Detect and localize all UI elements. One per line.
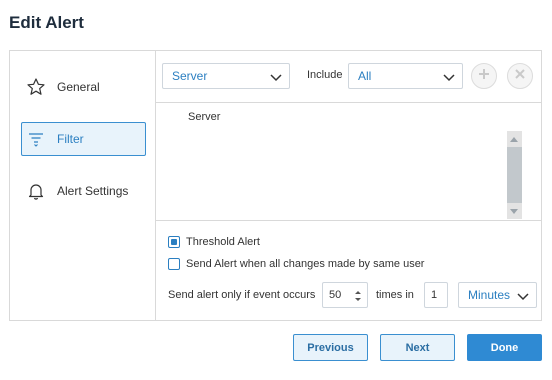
sidebar-item-label: General [57,80,100,94]
plus-icon [477,67,491,86]
frequency-row: Send alert only if event occurs 50 times… [168,282,538,308]
filter-list: Server [156,103,542,221]
add-filter-button[interactable] [471,63,497,89]
list-item[interactable]: Server [188,111,220,123]
previous-button[interactable]: Previous [293,334,368,361]
sidebar: General Filter Alert Settings [10,51,155,320]
filter-type-select[interactable]: Server [162,63,290,89]
event-count-stepper[interactable]: 50 [322,282,368,308]
threshold-alert-label: Threshold Alert [186,236,260,248]
time-period-input[interactable]: 1 [424,282,448,308]
chevron-down-icon [269,70,283,84]
sidebar-item-general[interactable]: General [21,70,146,104]
done-button[interactable]: Done [467,334,542,361]
scroll-up-icon[interactable] [510,137,518,142]
edit-alert-panel: General Filter Alert Settings Server Inc… [9,50,542,321]
threshold-alert-checkbox[interactable] [168,236,180,248]
time-unit-select[interactable]: Minutes [458,282,537,308]
filter-type-value: Server [172,69,208,83]
stepper-arrows-icon[interactable] [354,289,362,303]
same-user-checkbox[interactable] [168,258,180,270]
times-in-label: times in [376,289,414,301]
include-value: All [358,69,372,83]
frequency-label: Send alert only if event occurs [168,289,316,301]
dialog-title: Edit Alert [9,13,84,32]
next-button[interactable]: Next [380,334,455,361]
alert-options: Threshold Alert Send Alert when all chan… [156,222,542,320]
star-icon [25,76,47,98]
sidebar-item-label: Filter [57,132,84,146]
filter-icon [25,128,47,150]
scrollbar-thumb[interactable] [507,147,522,203]
filter-toolbar: Server Include All [156,51,542,103]
same-user-option[interactable]: Send Alert when all changes made by same… [168,258,424,270]
sidebar-item-filter[interactable]: Filter [21,122,146,156]
sidebar-item-label: Alert Settings [57,184,129,198]
sidebar-item-alert-settings[interactable]: Alert Settings [21,174,146,208]
bell-icon [25,180,47,202]
time-unit-value: Minutes [468,288,511,302]
include-select[interactable]: All [348,63,463,89]
scroll-down-icon[interactable] [510,209,518,214]
threshold-alert-option[interactable]: Threshold Alert [168,236,260,248]
filter-content: Server Include All Server Threshold Aler… [155,51,542,320]
remove-filter-button[interactable] [507,63,533,89]
chevron-down-icon [442,70,456,84]
list-scrollbar[interactable] [507,131,522,219]
time-period-value: 1 [431,289,438,301]
include-label: Include [307,69,343,81]
chevron-down-icon [516,289,530,303]
close-icon [513,67,527,86]
same-user-label: Send Alert when all changes made by same… [186,258,425,270]
event-count-value: 50 [329,289,342,301]
